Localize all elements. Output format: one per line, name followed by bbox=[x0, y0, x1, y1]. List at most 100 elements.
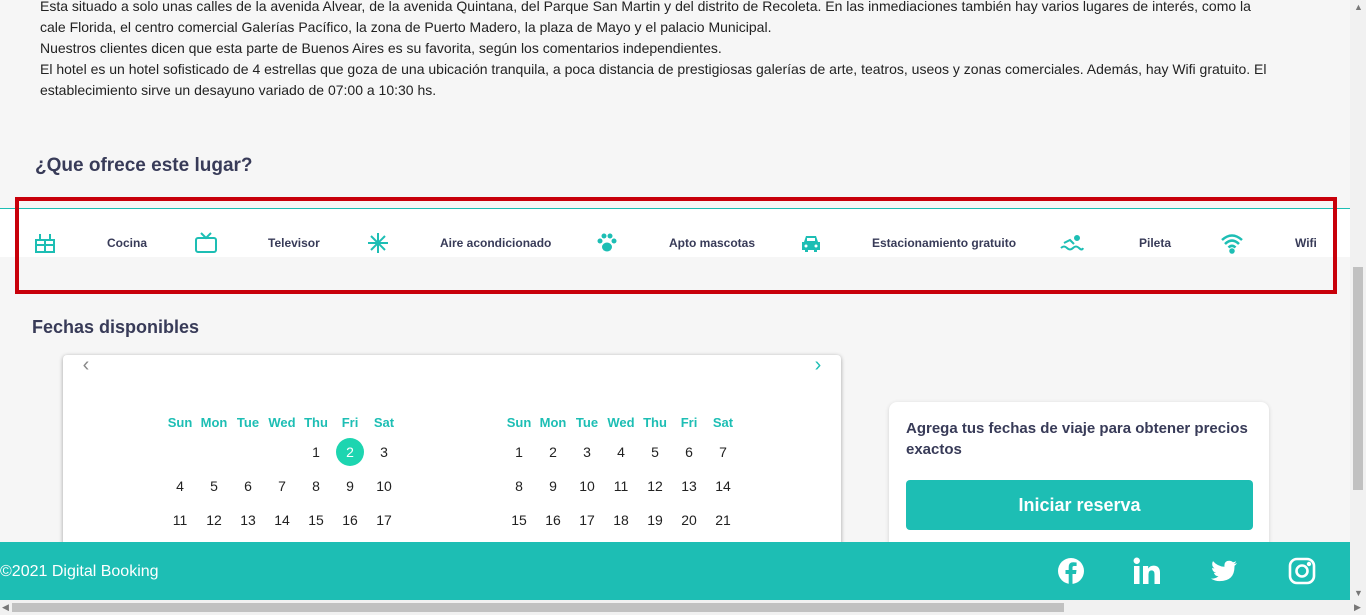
instagram-icon[interactable] bbox=[1288, 557, 1316, 585]
calendar-day[interactable]: 13 bbox=[672, 469, 706, 503]
day-number: 15 bbox=[511, 512, 527, 528]
car-icon bbox=[802, 236, 820, 252]
day-number: 14 bbox=[274, 512, 290, 528]
calendar-day[interactable]: 10 bbox=[367, 469, 401, 503]
calendar-day[interactable]: 10 bbox=[570, 469, 604, 503]
calendar-day[interactable]: 2 bbox=[536, 435, 570, 469]
calendar-day[interactable]: 9 bbox=[536, 469, 570, 503]
feature-label-wifi: Wifi bbox=[1295, 236, 1317, 250]
weekday: Thu bbox=[643, 415, 667, 430]
weekday: Fri bbox=[341, 415, 359, 430]
calendar-day[interactable]: 7 bbox=[706, 435, 740, 469]
paw-icon bbox=[597, 233, 617, 252]
weekday: Tue bbox=[575, 415, 599, 430]
horizontal-scroll-thumb[interactable] bbox=[12, 603, 1064, 612]
day-number: 12 bbox=[647, 478, 663, 494]
calendar-day[interactable]: 17 bbox=[367, 503, 401, 537]
feature-label-cocina: Cocina bbox=[107, 236, 148, 250]
day-number: 9 bbox=[346, 478, 354, 494]
day-number: 10 bbox=[579, 478, 595, 494]
calendar-day[interactable]: 7 bbox=[265, 469, 299, 503]
empty-day-cell bbox=[265, 435, 299, 469]
vertical-scroll-thumb[interactable] bbox=[1353, 267, 1363, 490]
weekday: Sun bbox=[167, 415, 193, 430]
day-number: 5 bbox=[210, 478, 218, 494]
calendar-day[interactable]: 12 bbox=[197, 503, 231, 537]
weekday: Sun bbox=[506, 415, 532, 430]
calendar-day[interactable]: 6 bbox=[231, 469, 265, 503]
calendar-day[interactable]: 8 bbox=[502, 469, 536, 503]
calendar-day[interactable]: 11 bbox=[163, 503, 197, 537]
calendar-day[interactable]: 4 bbox=[163, 469, 197, 503]
calendar-day[interactable]: 13 bbox=[231, 503, 265, 537]
description-line: Esta situado a solo unas calles de la av… bbox=[40, 0, 1251, 35]
calendar-month: Sun Mon Tue Wed Thu Fri Sat 1 2 3 4 5 6 7 8 9 10 1… bbox=[163, 415, 401, 537]
day-number: 10 bbox=[376, 478, 392, 494]
feature-label-televisor: Televisor bbox=[268, 236, 320, 250]
day-number: 7 bbox=[278, 478, 286, 494]
day-number: 2 bbox=[336, 438, 364, 466]
day-number: 1 bbox=[515, 444, 523, 460]
calendar-day[interactable]: 21 bbox=[706, 503, 740, 537]
scroll-right-icon[interactable]: ▶ bbox=[1354, 602, 1361, 613]
dates-title: Fechas disponibles bbox=[32, 317, 200, 337]
calendar-day[interactable]: 15 bbox=[502, 503, 536, 537]
scroll-left-icon[interactable]: ◀ bbox=[2, 602, 9, 613]
calendar-day[interactable]: 2 bbox=[333, 435, 367, 469]
day-number: 3 bbox=[380, 444, 388, 460]
day-number: 13 bbox=[240, 512, 256, 528]
day-number: 8 bbox=[515, 478, 523, 494]
calendar-day[interactable]: 16 bbox=[333, 503, 367, 537]
calendar-day[interactable]: 1 bbox=[299, 435, 333, 469]
calendar-day[interactable]: 5 bbox=[197, 469, 231, 503]
feature-label-mascotas: Apto mascotas bbox=[669, 236, 756, 250]
weekday: Sat bbox=[712, 415, 734, 430]
linkedin-icon[interactable] bbox=[1133, 557, 1161, 585]
tv-icon bbox=[195, 232, 217, 253]
calendar-day[interactable]: 19 bbox=[638, 503, 672, 537]
weekday: Wed bbox=[607, 415, 635, 430]
calendar-day[interactable]: 12 bbox=[638, 469, 672, 503]
day-number: 3 bbox=[583, 444, 591, 460]
calendar-day[interactable]: 4 bbox=[604, 435, 638, 469]
scroll-down-icon[interactable]: ▼ bbox=[1354, 588, 1363, 598]
horizontal-scrollbar[interactable]: ◀ ▶ bbox=[0, 600, 1366, 615]
booking-card: Agrega tus fechas de viaje para obtener … bbox=[889, 402, 1269, 562]
day-number: 4 bbox=[176, 478, 184, 494]
calendar-day[interactable]: 6 bbox=[672, 435, 706, 469]
calendar-day[interactable]: 5 bbox=[638, 435, 672, 469]
calendar-day[interactable]: 9 bbox=[333, 469, 367, 503]
calendar-day[interactable]: 3 bbox=[367, 435, 401, 469]
calendar-day[interactable]: 18 bbox=[604, 503, 638, 537]
start-booking-button[interactable]: Iniciar reserva bbox=[906, 480, 1253, 530]
calendar-day[interactable]: 15 bbox=[299, 503, 333, 537]
chevron-left-icon[interactable]: ‹ bbox=[71, 355, 101, 379]
scroll-up-icon[interactable]: ▲ bbox=[1354, 2, 1363, 12]
calendar-day[interactable]: 17 bbox=[570, 503, 604, 537]
calendar-day[interactable]: 14 bbox=[265, 503, 299, 537]
calendar-day[interactable]: 8 bbox=[299, 469, 333, 503]
facebook-icon[interactable] bbox=[1057, 557, 1085, 585]
calendar-day[interactable]: 1 bbox=[502, 435, 536, 469]
day-number: 16 bbox=[342, 512, 358, 528]
weekday: Thu bbox=[304, 415, 328, 430]
empty-day-cell bbox=[197, 435, 231, 469]
day-number: 9 bbox=[549, 478, 557, 494]
day-number: 16 bbox=[545, 512, 561, 528]
day-number: 17 bbox=[579, 512, 595, 528]
feature-label-estacionamiento: Estacionamiento gratuito bbox=[872, 236, 1017, 250]
calendar-day[interactable]: 20 bbox=[672, 503, 706, 537]
calendar-day[interactable]: 11 bbox=[604, 469, 638, 503]
day-number: 15 bbox=[308, 512, 324, 528]
chevron-right-icon[interactable]: › bbox=[803, 355, 833, 379]
calendar-day[interactable]: 14 bbox=[706, 469, 740, 503]
calendar-day[interactable]: 16 bbox=[536, 503, 570, 537]
day-number: 14 bbox=[715, 478, 731, 494]
hotel-description: Esta situado a solo unas calles de la av… bbox=[40, 0, 1280, 101]
empty-day-cell bbox=[163, 435, 197, 469]
twitter-icon[interactable] bbox=[1210, 557, 1238, 585]
calendar-day[interactable]: 3 bbox=[570, 435, 604, 469]
vertical-scrollbar[interactable]: ▲ ▼ bbox=[1350, 0, 1366, 600]
day-number: 5 bbox=[651, 444, 659, 460]
day-number: 13 bbox=[681, 478, 697, 494]
